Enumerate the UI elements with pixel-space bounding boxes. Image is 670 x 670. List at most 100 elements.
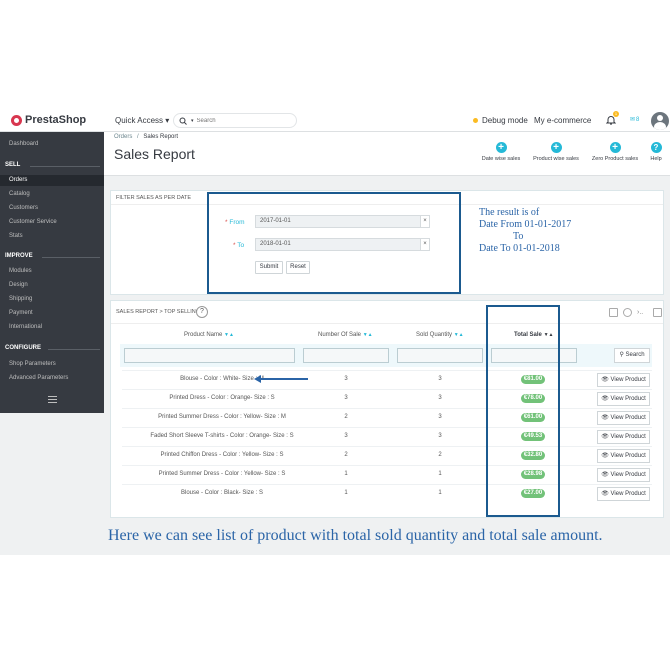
column-number-of-sale-label: Number Of Sale — [318, 332, 362, 338]
hamburger-icon[interactable] — [48, 396, 57, 403]
messages-icon[interactable]: ✉8 — [630, 116, 639, 123]
date-wise-sales-button[interactable]: + Date wise sales — [478, 142, 524, 162]
refresh-icon[interactable] — [623, 308, 632, 317]
search-button-label: Search — [625, 352, 645, 358]
quick-access-dropdown[interactable]: Quick Access ▾ — [115, 116, 169, 125]
page-head: Orders / Sales Report Sales Report + Dat… — [104, 132, 670, 176]
product-name-cell: Printed Summer Dress - Color : Yellow- S… — [158, 414, 286, 420]
view-product-label: View Product — [610, 453, 646, 459]
view-product-button[interactable]: 👁 View Product — [597, 392, 650, 406]
section-divider — [42, 257, 100, 258]
column-number-of-sale[interactable]: Number Of Sale ▼▲ — [318, 332, 373, 338]
sales-report-heading: SALES REPORT > TOP SELLING — [116, 309, 201, 315]
sidebar-item-shop-parameters[interactable]: Shop Parameters — [9, 361, 56, 367]
plus-icon: + — [609, 142, 621, 153]
view-product-button[interactable]: 👁 View Product — [597, 487, 650, 501]
sold-quantity-cell: 3 — [438, 414, 442, 420]
search-scope-caret-icon[interactable]: ▾ — [191, 118, 194, 124]
sidebar-item-advanced-parameters[interactable]: Advanced Parameters — [9, 375, 68, 381]
sidebar-item-stats[interactable]: Stats — [9, 233, 23, 239]
section-configure: CONFIGURE — [5, 345, 41, 351]
arrow-head-icon — [254, 375, 261, 383]
column-product-name[interactable]: Product Name ▼▲ — [184, 332, 234, 338]
sidebar-item-orders[interactable]: Orders — [0, 175, 104, 186]
number-of-sale-cell: 1 — [344, 471, 348, 477]
eye-icon: 👁 — [601, 396, 609, 402]
arrow-line — [258, 378, 308, 380]
search-icon[interactable] — [179, 117, 188, 125]
sidebar-item-payment[interactable]: Payment — [9, 310, 33, 316]
view-product-button[interactable]: 👁 View Product — [597, 468, 650, 482]
more-icon[interactable]: ›.. — [637, 308, 646, 317]
section-divider — [30, 166, 100, 167]
shop-name-link[interactable]: My e-commerce — [534, 116, 591, 125]
number-of-sale-cell: 2 — [344, 414, 348, 420]
sidebar-item-catalog[interactable]: Catalog — [9, 191, 30, 197]
number-of-sale-cell: 3 — [344, 376, 348, 382]
view-product-button[interactable]: 👁 View Product — [597, 449, 650, 463]
column-sold-quantity-label: Sold Quantity — [416, 332, 453, 338]
product-name-cell: Blouse - Color : Black- Size : S — [180, 490, 264, 496]
date-note-line2: Date From 01-01-2017 — [479, 219, 572, 230]
date-note-line3: To — [513, 231, 524, 242]
sold-quantity-filter[interactable] — [397, 348, 483, 363]
sort-icon[interactable]: ▼▲ — [224, 332, 234, 338]
eye-icon: 👁 — [601, 491, 609, 497]
zero-product-sales-label: Zero Product sales — [591, 156, 639, 162]
section-sell: SELL — [5, 162, 21, 168]
date-wise-sales-label: Date wise sales — [481, 156, 521, 162]
debug-status-icon — [473, 118, 478, 124]
date-note-line1: The result is of — [479, 207, 540, 218]
sidebar-item-design[interactable]: Design — [9, 282, 28, 288]
sold-quantity-cell: 3 — [438, 433, 442, 439]
table-row: Blouse - Color : Black- Size : S 1 1 €27.00… — [122, 484, 652, 503]
top-header: PrestaShop Quick Access ▾ ▾ Debug mode M… — [0, 100, 670, 132]
sidebar-item-international[interactable]: International — [9, 324, 42, 330]
product-name-cell: Printed Chiffon Dress - Color : Yellow- … — [160, 452, 284, 458]
table-row: Faded Short Sleeve T-shirts - Color : Or… — [122, 427, 652, 446]
number-of-sale-cell: 3 — [344, 395, 348, 401]
view-product-button[interactable]: 👁 View Product — [597, 373, 650, 387]
avatar[interactable] — [651, 112, 669, 130]
date-note-line4: Date To 01-01-2018 — [479, 243, 560, 254]
product-name-filter[interactable] — [124, 348, 295, 363]
prestashop-logo-icon — [11, 114, 22, 126]
export-icon[interactable] — [609, 308, 618, 317]
number-of-sale-cell: 1 — [344, 490, 348, 496]
breadcrumb-current: Sales Report — [143, 134, 179, 140]
column-product-name-label: Product Name — [184, 332, 223, 338]
breadcrumb-separator: / — [137, 134, 139, 140]
debug-mode-link[interactable]: Debug mode — [473, 116, 528, 125]
eye-icon: 👁 — [601, 453, 609, 459]
eye-icon: 👁 — [601, 415, 609, 421]
total-sale-highlight-box — [486, 305, 560, 517]
sidebar-item-modules[interactable]: Modules — [9, 268, 32, 274]
messages-count: 8 — [636, 117, 640, 123]
logo[interactable]: PrestaShop — [11, 114, 86, 126]
search-input[interactable] — [196, 117, 277, 124]
help-button[interactable]: ? Help — [647, 142, 665, 162]
caption: Here we can see list of product with tot… — [108, 527, 603, 544]
view-product-button[interactable]: 👁 View Product — [597, 430, 650, 444]
plus-icon: + — [550, 142, 562, 153]
search-button[interactable]: ⚲ Search — [614, 348, 650, 363]
view-product-button[interactable]: 👁 View Product — [597, 411, 650, 425]
sidebar-item-customer-service[interactable]: Customer Service — [9, 219, 57, 225]
notifications-badge: 1 — [613, 111, 619, 117]
report-help-icon[interactable]: ? — [196, 306, 208, 318]
sql-icon[interactable] — [653, 308, 662, 317]
product-wise-sales-button[interactable]: + Product wise sales — [529, 142, 583, 162]
breadcrumb-orders[interactable]: Orders — [114, 134, 132, 140]
column-sold-quantity[interactable]: Sold Quantity ▼▲ — [416, 332, 464, 338]
zero-product-sales-button[interactable]: + Zero Product sales — [588, 142, 642, 162]
sidebar-item-customers[interactable]: Customers — [9, 205, 38, 211]
sidebar-item-shipping[interactable]: Shipping — [9, 296, 32, 302]
search-box[interactable]: ▾ — [173, 113, 297, 128]
number-of-sale-filter[interactable] — [303, 348, 389, 363]
number-of-sale-cell: 3 — [344, 433, 348, 439]
sidebar-item-dashboard[interactable]: Dashboard — [9, 141, 38, 147]
eye-icon: 👁 — [601, 472, 609, 478]
sort-icon[interactable]: ▼▲ — [454, 332, 464, 338]
sort-icon[interactable]: ▼▲ — [363, 332, 373, 338]
eye-icon: 👁 — [601, 434, 609, 440]
